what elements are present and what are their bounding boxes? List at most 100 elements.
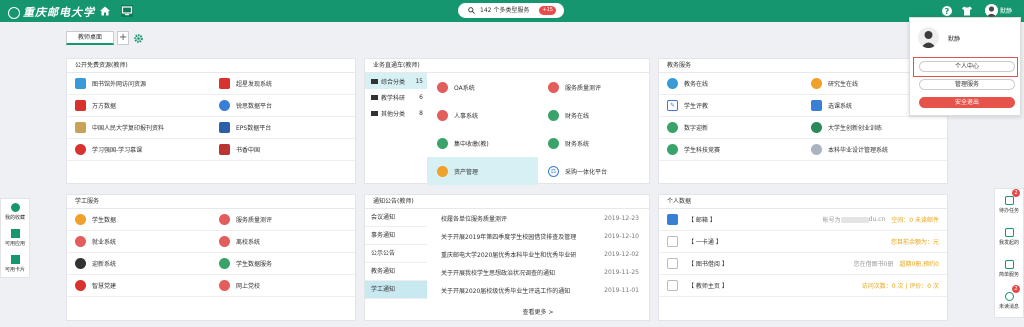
folder-icon xyxy=(371,94,378,100)
home-icon[interactable] xyxy=(99,5,111,17)
business-item[interactable]: 集中收缴(教) xyxy=(427,129,538,157)
gear-icon[interactable] xyxy=(133,33,144,44)
send-icon xyxy=(1004,228,1014,237)
item-label: 研究生在线 xyxy=(828,81,859,88)
category-count: 8 xyxy=(419,109,423,117)
student-item[interactable]: 网上党校 xyxy=(211,275,355,296)
resource-item[interactable]: 万方数据 xyxy=(67,95,211,116)
business-grid: OA系统 服务质量测评 人事系统 财务在线 集中收缴(教) 财务系统 资产管理 … xyxy=(427,73,649,185)
student-item[interactable]: 智慧党建 xyxy=(67,275,211,296)
notice-row[interactable]: 关于开展2020届校级优秀毕业生评选工作的通知 2019-11-01 xyxy=(427,281,649,299)
personal-row-library[interactable]: 【 图书借阅 】 您在借图书0册 超期0册,预约0 xyxy=(659,253,947,275)
teaching-item[interactable]: 学生科技竞赛 xyxy=(659,139,803,160)
user-name[interactable]: 默静 xyxy=(1000,6,1012,15)
teaching-item[interactable]: 大学生创新创业训练 xyxy=(803,117,947,138)
resource-item[interactable]: 书香中国 xyxy=(211,139,355,160)
service-search[interactable]: 142 个多类型服务 +15 xyxy=(458,3,564,18)
teaching-item[interactable]: 数字迎新 xyxy=(659,117,803,138)
category-item[interactable]: 其他分类 8 xyxy=(365,105,427,121)
notice-row[interactable]: 关于开展2019年第四季度学生校园借贷排查及管理 2019-12-10 xyxy=(427,227,649,245)
business-item[interactable]: 财务系统 xyxy=(538,129,649,157)
student-item[interactable]: 迎新系统 xyxy=(67,253,211,274)
notice-title: 关于开展2019年第四季度学生校园借贷排查及管理 xyxy=(441,233,577,241)
logo-text: 重庆邮电大学 xyxy=(23,6,95,19)
desktop-icon[interactable] xyxy=(121,5,133,17)
business-item[interactable]: 资产管理 xyxy=(427,157,538,185)
search-badge: +15 xyxy=(539,6,556,15)
notice-category[interactable]: 会议通知 xyxy=(365,209,427,227)
resource-item[interactable]: EPS数据平台 xyxy=(211,117,355,138)
manage-service-button[interactable]: 管理服务 xyxy=(919,79,1015,90)
student-item[interactable]: 就业系统 xyxy=(67,231,211,252)
personal-row-homepage[interactable]: 【 教师主页 】 访问次数：0 次 | 评价：0 次 xyxy=(659,275,947,297)
sidebar-item-initiated[interactable]: 我发起的 xyxy=(995,221,1023,253)
resource-item[interactable]: 中国人民大学复印报刊资料 xyxy=(67,117,211,138)
sidebar-item-cards[interactable]: 可用卡片 xyxy=(1,251,29,277)
sidebar-item-simple[interactable]: 简单服务 xyxy=(995,253,1023,285)
row-value: 访问次数：0 次 | 评价：0 次 xyxy=(861,283,939,290)
employment-icon xyxy=(75,236,86,247)
business-item[interactable]: OA系统 xyxy=(427,73,538,101)
popover-avatar xyxy=(918,27,939,48)
student-item[interactable]: 学生数据 xyxy=(67,209,211,230)
row-label: 【 一卡通 】 xyxy=(688,239,722,246)
sidebar-label: 可用应用 xyxy=(4,241,25,247)
item-label: 集中收缴(教) xyxy=(454,140,489,148)
logout-button[interactable]: 安全退出 xyxy=(919,97,1015,108)
category-item[interactable]: 综合分类 15 xyxy=(365,73,427,89)
sidebar-item-apps[interactable]: 可用应用 xyxy=(1,225,29,251)
notice-category[interactable]: 教务通知 xyxy=(365,263,427,281)
student-item[interactable]: 服务质量测评 xyxy=(211,209,355,230)
notice-category[interactable]: 公示公告 xyxy=(365,245,427,263)
teaching-item[interactable]: 本科毕业设计管理系统 xyxy=(803,139,947,160)
payment-icon xyxy=(437,137,448,149)
notice-category[interactable]: 事务通知 xyxy=(365,227,427,245)
tab-teacher-desktop[interactable]: 教师桌面 xyxy=(66,31,115,45)
resource-item[interactable]: 图书馆外网访问资源 xyxy=(67,73,211,94)
left-sidebar: 我的收藏 可用应用 可用卡片 xyxy=(0,198,30,278)
personal-row-card[interactable]: 【 一卡通 】 您目前余额为：元 xyxy=(659,231,947,253)
message-badge: 2 xyxy=(1012,285,1020,293)
university-logo[interactable]: 重庆邮电大学 xyxy=(8,4,95,20)
notice-date: 2019-12-02 xyxy=(604,250,639,258)
sidebar-item-todo[interactable]: 2 待办任务 xyxy=(995,189,1023,221)
business-item[interactable]: 财务在线 xyxy=(538,101,649,129)
panel-title: 业务直通车(教师) xyxy=(365,59,649,73)
item-label: 教务在线 xyxy=(684,81,709,88)
sidebar-item-favorites[interactable]: 我的收藏 xyxy=(1,199,29,225)
category-list: 综合分类 15 教学科研 6 其他分类 8 xyxy=(365,73,427,121)
business-item[interactable]: 人事系统 xyxy=(427,101,538,129)
resource-item[interactable]: 超星发现系统 xyxy=(211,73,355,94)
sidebar-item-messages[interactable]: 2 未读消息 xyxy=(995,285,1023,317)
resource-item[interactable]: 学习强国-学习慕课 xyxy=(67,139,211,160)
business-item[interactable]: ⚖ 采购一体化平台 xyxy=(538,157,649,185)
item-label: 财务在线 xyxy=(565,112,590,120)
sidebar-label: 简单服务 xyxy=(998,272,1019,278)
personal-center-button[interactable]: 个人中心 xyxy=(919,61,1015,72)
avatar[interactable] xyxy=(985,4,998,17)
item-label: EPS数据平台 xyxy=(236,125,272,132)
notice-row[interactable]: 关于开展我校学生思想政治状况调查的通知 2019-11-25 xyxy=(427,263,649,281)
sidebar-label: 待办任务 xyxy=(998,208,1019,214)
course-icon xyxy=(811,100,822,111)
business-item[interactable]: 服务质量测评 xyxy=(538,73,649,101)
notice-row[interactable]: 校履各单位服务质量测评 2019-12-23 xyxy=(427,209,649,227)
notice-row[interactable]: 重庆邮电大学2020届优秀本科毕业生和优秀毕业研 2019-12-02 xyxy=(427,245,649,263)
notice-category[interactable]: 学工通知 xyxy=(365,281,427,299)
category-count: 6 xyxy=(419,93,423,101)
teaching-item[interactable]: 教务在线 xyxy=(659,73,803,94)
personal-row-mail[interactable]: 【 邮箱 】 帐号为 du.cn 空间：0 未读邮件 xyxy=(659,209,947,231)
help-icon[interactable]: ? xyxy=(941,5,953,17)
task-icon xyxy=(1004,196,1014,205)
resource-item[interactable]: 锐思数据平台 xyxy=(211,95,355,116)
row-value: 超期0册,预约0 xyxy=(899,261,939,268)
teaching-item[interactable]: ✎ 学生评教 xyxy=(659,95,803,116)
innovation-icon xyxy=(811,122,822,133)
student-item[interactable]: 离校系统 xyxy=(211,231,355,252)
category-item[interactable]: 教学科研 6 xyxy=(365,89,427,105)
theme-shirt-icon[interactable] xyxy=(961,5,973,17)
item-label: 采购一体化平台 xyxy=(565,168,608,176)
add-tab-button[interactable]: + xyxy=(117,31,130,45)
student-item[interactable]: 学生数据服务 xyxy=(211,253,355,274)
view-more-link[interactable]: 查看更多 > xyxy=(365,307,649,316)
